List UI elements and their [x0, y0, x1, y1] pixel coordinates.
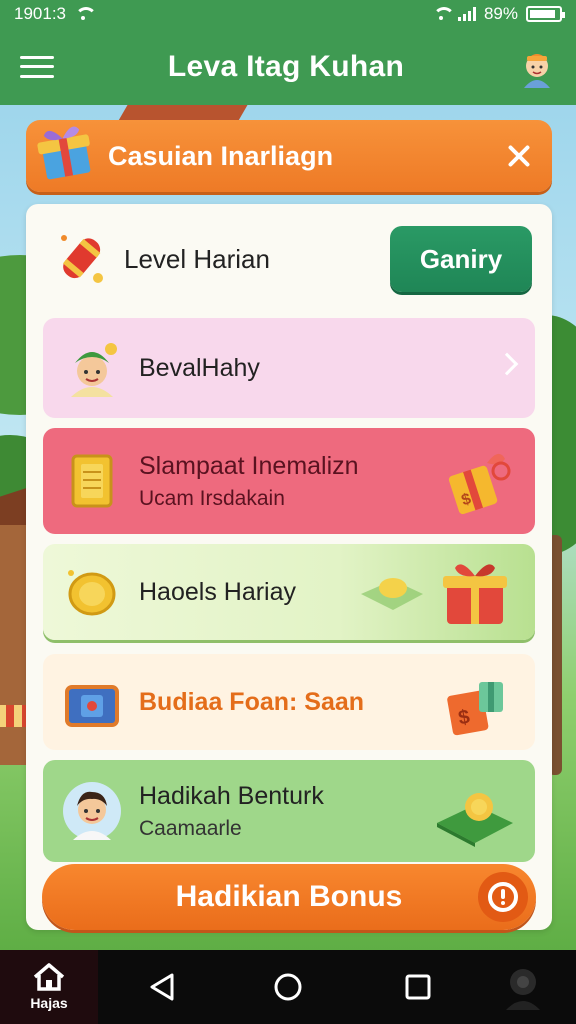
card-title: Budiaa Foan: Saan	[139, 687, 365, 716]
level-row: Level Harian Ganiry	[30, 210, 548, 308]
star-tile-icon	[433, 773, 517, 849]
hamburger-menu-icon[interactable]	[20, 53, 54, 81]
list-item[interactable]: Haoels Hariay	[43, 544, 535, 640]
close-icon[interactable]	[504, 141, 534, 171]
wifi-icon	[432, 7, 455, 21]
gold-bar-icon	[61, 450, 123, 512]
app-bar: Leva Itag Kuhan	[0, 28, 576, 105]
boy-avatar-icon	[61, 780, 123, 842]
gift-box-icon	[34, 118, 100, 184]
recents-icon[interactable]	[404, 973, 432, 1006]
card-subtitle: Ucam Irsdakain	[139, 486, 285, 510]
back-icon[interactable]	[148, 972, 176, 1007]
treasure-chest-icon	[61, 671, 123, 733]
wifi-icon	[74, 7, 97, 21]
card-subtitle: Caamaarle	[139, 816, 242, 840]
card-title: Slampaat Inemalizn	[139, 451, 359, 480]
list-item[interactable]: Budiaa Foan: Saan $	[43, 654, 535, 750]
bonus-button[interactable]: Hadikian Bonus	[42, 864, 536, 930]
signal-icon	[457, 7, 476, 21]
home-circle-icon[interactable]	[273, 972, 303, 1007]
assistant-icon[interactable]	[500, 962, 546, 1017]
card-title: BevalHahy	[139, 353, 260, 382]
profile-avatar-icon[interactable]	[518, 42, 556, 92]
system-nav-bar: Hajas	[0, 950, 576, 1024]
bonus-label: Hadikian Bonus	[175, 880, 403, 913]
list-item[interactable]: BevalHahy	[43, 318, 535, 418]
status-time: 1901:3	[14, 4, 66, 23]
firecracker-icon	[50, 228, 112, 290]
coin-icon	[61, 561, 123, 623]
nav-home-tab[interactable]: Hajas	[0, 950, 98, 1024]
nav-home-label: Hajas	[30, 995, 68, 1011]
coin-tile-icon	[357, 560, 427, 620]
play-button[interactable]: Ganiry	[390, 226, 532, 292]
card-title: Hadikah Benturk	[139, 781, 324, 810]
gift-box-icon	[433, 554, 517, 630]
character-avatar-icon	[61, 337, 123, 399]
gift-tag-icon: $	[433, 443, 517, 519]
daily-banner: Casuian Inarliagn	[26, 120, 552, 192]
home-icon	[32, 963, 66, 991]
gift-box-icon: $	[433, 664, 517, 740]
battery-percent: 89%	[483, 4, 518, 23]
status-bar: 1901:3 89%	[0, 0, 576, 28]
alert-icon[interactable]	[478, 872, 528, 922]
level-label: Level Harian	[124, 243, 270, 274]
banner-title: Casuian Inarliagn	[108, 140, 334, 171]
battery-icon	[526, 6, 565, 22]
list-item[interactable]: Hadikah Benturk Caamaarle	[43, 760, 535, 862]
list-item[interactable]: Slampaat Inemalizn Ucam Irsdakain $	[43, 428, 535, 534]
page-title: Leva Itag Kuhan	[167, 49, 405, 83]
